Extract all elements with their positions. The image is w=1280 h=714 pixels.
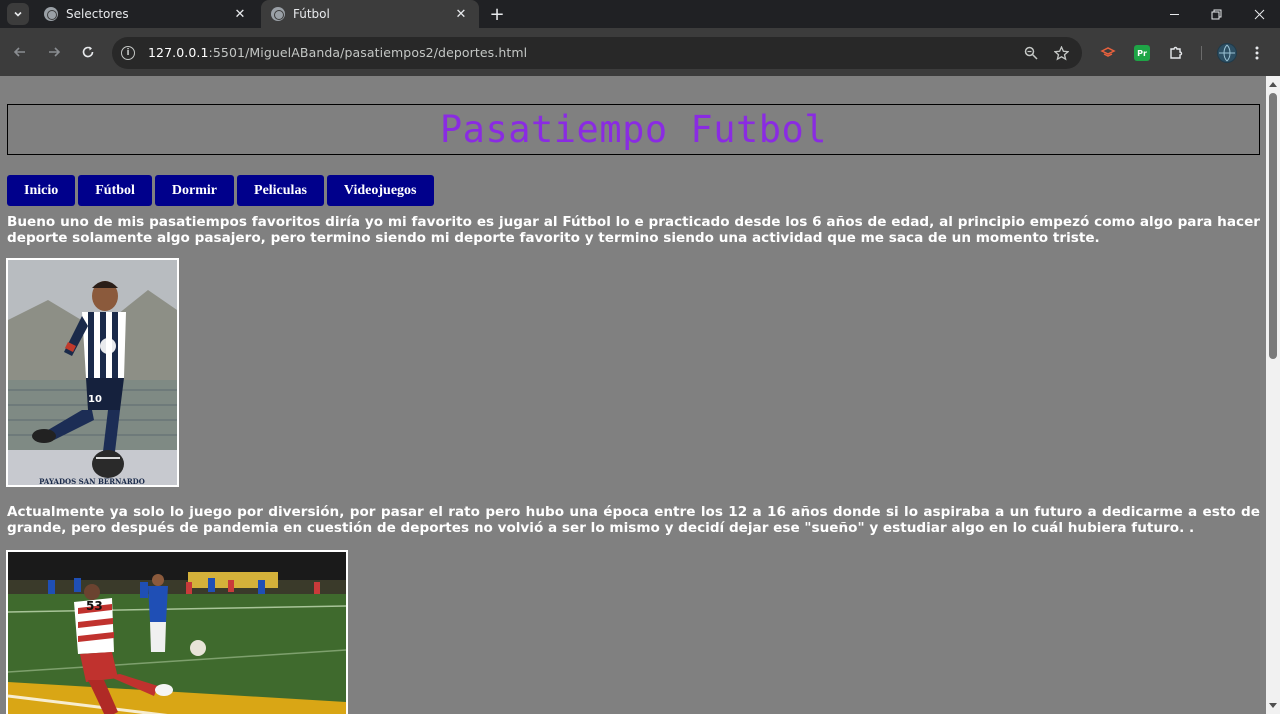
menu-kebab-icon[interactable] — [1251, 45, 1263, 61]
close-icon[interactable]: ✕ — [232, 6, 248, 22]
tab-title: Selectores — [66, 7, 129, 21]
tab-title: Fútbol — [293, 7, 330, 21]
nav-link-dormir[interactable]: Dormir — [154, 175, 235, 206]
zoom-icon[interactable] — [1022, 44, 1040, 62]
minimize-button[interactable] — [1153, 0, 1195, 28]
reload-button[interactable] — [78, 42, 98, 62]
globe-icon — [44, 7, 58, 21]
globe-icon — [271, 7, 285, 21]
restore-button[interactable] — [1195, 0, 1237, 28]
toolbar-separator — [1201, 46, 1202, 60]
close-icon — [1254, 9, 1264, 19]
extension-shield-icon[interactable] — [1100, 45, 1116, 61]
close-window-button[interactable] — [1238, 0, 1280, 28]
url-text[interactable]: 127.0.0.1:5501/MiguelABanda/pasatiempos2… — [148, 45, 527, 60]
bookmark-star-icon[interactable] — [1052, 44, 1070, 62]
scroll-up-arrow-icon[interactable] — [1269, 82, 1277, 87]
minimize-icon — [1169, 13, 1179, 15]
page-header: Pasatiempo Futbol — [7, 104, 1260, 155]
paragraph-now: Actualmente ya solo lo juego por diversi… — [7, 504, 1260, 536]
browser-toolbar: i 127.0.0.1:5501/MiguelABanda/pasatiempo… — [0, 28, 1280, 76]
forward-button[interactable] — [44, 42, 64, 62]
tab-futbol[interactable]: Fútbol ✕ — [261, 0, 479, 28]
nav-link-inicio[interactable]: Inicio — [7, 175, 76, 206]
photo-caption: PAYADOS SAN BERNARDO — [39, 477, 145, 485]
photo-kid-soccer: 10 PAYADOS SAN BERNARDO — [6, 258, 179, 487]
tab-strip: Selectores ✕ Fútbol ✕ + — [0, 0, 1280, 28]
tab-selectores[interactable]: Selectores ✕ — [34, 0, 258, 28]
puzzle-extensions-icon[interactable] — [1168, 45, 1184, 61]
address-bar[interactable]: i 127.0.0.1:5501/MiguelABanda/pasatiempo… — [112, 37, 1082, 69]
photo-night-match: 53 — [6, 550, 348, 714]
chevron-down-icon — [14, 11, 22, 17]
nav-link-futbol[interactable]: Fútbol — [78, 175, 152, 206]
back-button[interactable] — [10, 42, 30, 62]
nav-link-peliculas[interactable]: Peliculas — [237, 175, 324, 206]
page-title: Pasatiempo Futbol — [439, 108, 828, 151]
jersey-number: 53 — [86, 599, 103, 613]
new-tab-button[interactable]: + — [487, 4, 507, 25]
scroll-down-arrow-icon[interactable] — [1269, 703, 1277, 708]
forward-arrow-icon — [49, 47, 61, 57]
scrollbar-thumb[interactable] — [1269, 93, 1277, 359]
jersey-number: 10 — [88, 394, 102, 405]
page-scrollbar[interactable] — [1266, 76, 1280, 714]
tab-search-button[interactable] — [7, 3, 29, 25]
restore-icon — [1211, 9, 1221, 19]
extension-pr-icon[interactable]: Pr — [1134, 45, 1150, 61]
reload-icon — [82, 46, 94, 58]
nav-link-videojuegos[interactable]: Videojuegos — [326, 175, 434, 206]
main-nav: Inicio Fútbol Dormir Peliculas Videojueg… — [7, 175, 434, 206]
site-info-icon[interactable]: i — [121, 46, 135, 60]
paragraph-intro: Bueno uno de mis pasatiempos favoritos d… — [7, 214, 1260, 246]
close-icon[interactable]: ✕ — [453, 6, 469, 22]
page-viewport: Pasatiempo Futbol Inicio Fútbol Dormir P… — [0, 76, 1266, 714]
back-arrow-icon — [13, 47, 25, 57]
profile-avatar[interactable] — [1217, 43, 1237, 63]
